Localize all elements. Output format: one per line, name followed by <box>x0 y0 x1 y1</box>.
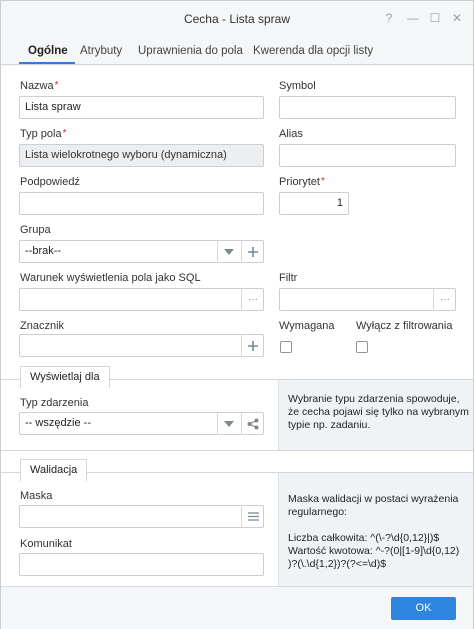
active-tab-indicator <box>19 62 75 64</box>
filtr-label: Filtr <box>279 272 298 284</box>
typ-zdarzenia-label: Typ zdarzenia <box>20 397 89 409</box>
walidacja-info-line: regularnego: <box>288 506 347 518</box>
walidacja-info-line: )?(\.\d{1,2})?(?<=\d)$ <box>288 558 387 570</box>
znacznik-input[interactable] <box>19 334 264 357</box>
tab-kwerenda[interactable]: Kwerenda dla opcji listy <box>253 45 373 57</box>
required-marker: * <box>320 176 325 187</box>
minimize-icon[interactable]: — <box>406 11 420 25</box>
form-content: Nazwa* Lista spraw Symbol Typ pola* List… <box>1 66 473 586</box>
symbol-input[interactable] <box>279 96 456 119</box>
priorytet-label: Priorytet* <box>279 176 325 188</box>
alias-input[interactable] <box>279 144 456 167</box>
grupa-value: --brak-- <box>25 245 62 257</box>
warunek-input[interactable] <box>19 288 264 311</box>
walidacja-info-line: Liczba całkowita: ^(\-?\d{0,12}|)$ <box>288 532 440 544</box>
section-divider <box>1 450 473 451</box>
wyswietlaj-info-panel: Wybranie typu zdarzenia spowoduje, że ce… <box>278 379 473 450</box>
required-marker: * <box>54 80 59 91</box>
priorytet-input[interactable]: 1 <box>279 192 349 215</box>
tab-atrybuty[interactable]: Atrybuty <box>80 45 122 57</box>
filtr-input[interactable] <box>279 288 456 311</box>
warunek-label: Warunek wyświetlenia pola jako SQL <box>20 272 201 284</box>
nazwa-input[interactable]: Lista spraw <box>19 96 264 119</box>
wyswietlaj-section-header: Wyświetlaj dla <box>20 366 110 388</box>
walidacja-info-line: Wartość kwotowa: ^-?(0|[1-9]\d{0,12) <box>288 545 460 557</box>
plus-icon[interactable] <box>241 240 264 263</box>
title-bar: Cecha - Lista spraw ? — ☐ ✕ <box>1 1 473 37</box>
wylacz-label: Wyłącz z filtrowania <box>356 320 453 332</box>
podpowiedz-label: Podpowiedź <box>20 176 80 188</box>
ok-button[interactable]: OK <box>391 597 456 620</box>
alias-label: Alias <box>279 128 303 140</box>
wylacz-checkbox[interactable] <box>356 341 368 353</box>
wymagana-checkbox[interactable] <box>280 341 292 353</box>
walidacja-info-panel: Maska walidacji w postaci wyrażenia regu… <box>278 472 473 586</box>
maska-label: Maska <box>20 490 53 502</box>
list-icon[interactable] <box>241 505 264 528</box>
maximize-icon[interactable]: ☐ <box>428 11 442 25</box>
nazwa-label: Nazwa* <box>20 80 59 92</box>
dialog-window: Cecha - Lista spraw ? — ☐ ✕ Ogólne Atryb… <box>0 0 474 629</box>
podpowiedz-input[interactable] <box>19 192 264 215</box>
required-marker: * <box>62 128 67 139</box>
wyswietlaj-info-line: Wybranie typu zdarzenia spowoduje, <box>288 393 460 405</box>
typ-pola-label: Typ pola* <box>20 128 67 140</box>
typ-zdarzenia-value: -- wszędzie -- <box>25 417 92 429</box>
komunikat-input[interactable] <box>19 553 264 576</box>
window-title: Cecha - Lista spraw <box>183 12 291 26</box>
chevron-down-icon[interactable] <box>217 240 240 263</box>
maska-input[interactable] <box>19 505 264 528</box>
close-icon[interactable]: ✕ <box>450 11 464 25</box>
share-icon[interactable] <box>241 412 264 435</box>
tab-uprawnienia[interactable]: Uprawnienia do pola <box>138 45 243 57</box>
wyswietlaj-info-line: że cecha pojawi się tylko na wybranym <box>288 406 469 418</box>
wymagana-label: Wymagana <box>279 320 335 332</box>
walidacja-info-line: Maska walidacji w postaci wyrażenia <box>288 493 459 505</box>
plus-icon[interactable] <box>241 334 264 357</box>
dialog-footer: OK <box>1 586 473 629</box>
chevron-down-icon[interactable] <box>217 412 240 435</box>
ellipsis-icon[interactable]: ··· <box>433 288 456 311</box>
typ-pola-field: Lista wielokrotnego wyboru (dynamiczna) <box>19 144 264 167</box>
znacznik-label: Znacznik <box>20 320 65 332</box>
grupa-label: Grupa <box>20 224 51 236</box>
symbol-label: Symbol <box>279 80 316 92</box>
tab-bar: Ogólne Atrybuty Uprawnienia do pola Kwer… <box>1 37 473 65</box>
wyswietlaj-info-line: typie np. zadaniu. <box>288 419 371 431</box>
komunikat-label: Komunikat <box>20 538 72 550</box>
ellipsis-icon[interactable]: ··· <box>241 288 264 311</box>
tab-ogolne[interactable]: Ogólne <box>28 45 68 57</box>
help-icon[interactable]: ? <box>382 11 396 25</box>
walidacja-section-header: Walidacja <box>20 459 88 481</box>
